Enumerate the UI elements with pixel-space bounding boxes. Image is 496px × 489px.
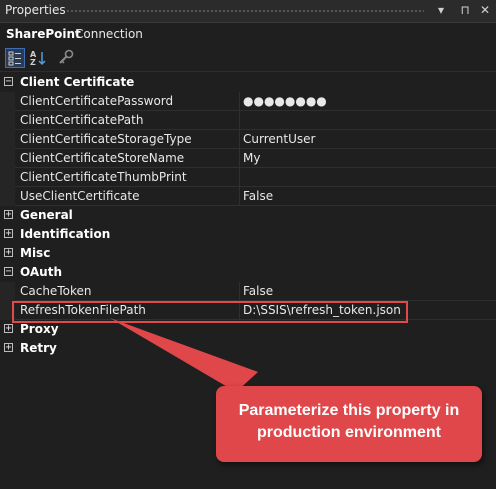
property-value[interactable]: ●●●●●●●● bbox=[243, 94, 327, 108]
property-row[interactable]: CacheToken False bbox=[0, 282, 496, 301]
drag-grip[interactable] bbox=[66, 9, 424, 14]
expand-icon[interactable]: + bbox=[4, 324, 13, 334]
category-label: Identification bbox=[20, 227, 111, 241]
property-name: UseClientCertificate bbox=[20, 189, 140, 203]
expand-icon[interactable]: + bbox=[4, 343, 13, 353]
property-value[interactable]: False bbox=[243, 284, 273, 298]
category-retry[interactable]: + Retry bbox=[0, 339, 496, 358]
property-row[interactable]: ClientCertificatePath bbox=[0, 111, 496, 130]
collapse-icon[interactable]: − bbox=[4, 267, 13, 277]
category-misc[interactable]: + Misc bbox=[0, 244, 496, 263]
object-name: SharePoint bbox=[6, 27, 81, 41]
properties-toolbar: A Z bbox=[0, 45, 496, 72]
property-name: CacheToken bbox=[20, 284, 92, 298]
categorized-icon[interactable] bbox=[5, 48, 25, 68]
property-name: ClientCertificateStoreName bbox=[20, 151, 185, 165]
expand-icon[interactable]: + bbox=[4, 210, 13, 220]
property-value[interactable]: CurrentUser bbox=[243, 132, 315, 146]
category-label: Proxy bbox=[20, 322, 59, 336]
category-label: OAuth bbox=[20, 265, 62, 279]
property-name: ClientCertificatePath bbox=[20, 113, 144, 127]
category-general[interactable]: + General bbox=[0, 206, 496, 225]
category-label: Misc bbox=[20, 246, 51, 260]
category-label: Retry bbox=[20, 341, 57, 355]
property-name: ClientCertificateStorageType bbox=[20, 132, 192, 146]
callout-box: Parameterize this property in production… bbox=[216, 386, 482, 462]
category-label: Client Certificate bbox=[20, 75, 135, 89]
category-client-certificate[interactable]: − Client Certificate bbox=[0, 73, 496, 92]
svg-text:Z: Z bbox=[30, 58, 36, 67]
collapse-icon[interactable]: − bbox=[4, 77, 13, 87]
expand-icon[interactable]: + bbox=[4, 248, 13, 258]
property-row[interactable]: UseClientCertificate False bbox=[0, 187, 496, 206]
property-row[interactable]: ClientCertificatePassword ●●●●●●●● bbox=[0, 92, 496, 111]
close-icon[interactable]: ✕ bbox=[478, 2, 492, 18]
property-value[interactable]: My bbox=[243, 151, 260, 165]
property-name: ClientCertificatePassword bbox=[20, 94, 174, 108]
panel-title: Properties bbox=[5, 3, 66, 17]
property-row[interactable]: ClientCertificateStoreName My bbox=[0, 149, 496, 168]
category-label: General bbox=[20, 208, 73, 222]
callout-line-2: production environment bbox=[257, 424, 441, 441]
property-row[interactable]: ClientCertificateStorageType CurrentUser bbox=[0, 130, 496, 149]
object-selector[interactable]: SharePoint Connection bbox=[0, 23, 496, 45]
object-type: Connection bbox=[75, 27, 143, 41]
property-value[interactable]: False bbox=[243, 189, 273, 203]
title-bar[interactable]: Properties ▾ ⊓ ✕ bbox=[0, 0, 496, 23]
alphabetical-icon[interactable]: A Z bbox=[28, 48, 48, 68]
property-name: ClientCertificateThumbPrint bbox=[20, 170, 187, 184]
pin-icon[interactable]: ⊓ bbox=[458, 2, 472, 18]
callout-line-1: Parameterize this property in bbox=[238, 402, 460, 419]
properties-panel: Properties ▾ ⊓ ✕ SharePoint Connection A… bbox=[0, 0, 496, 489]
property-pages-icon[interactable] bbox=[56, 48, 76, 68]
category-identification[interactable]: + Identification bbox=[0, 225, 496, 244]
expand-icon[interactable]: + bbox=[4, 229, 13, 239]
category-oauth[interactable]: − OAuth bbox=[0, 263, 496, 282]
highlight-box bbox=[12, 301, 408, 323]
property-row[interactable]: ClientCertificateThumbPrint bbox=[0, 168, 496, 187]
callout-text: Parameterize this property in production… bbox=[216, 400, 482, 444]
dropdown-icon[interactable]: ▾ bbox=[434, 2, 448, 18]
